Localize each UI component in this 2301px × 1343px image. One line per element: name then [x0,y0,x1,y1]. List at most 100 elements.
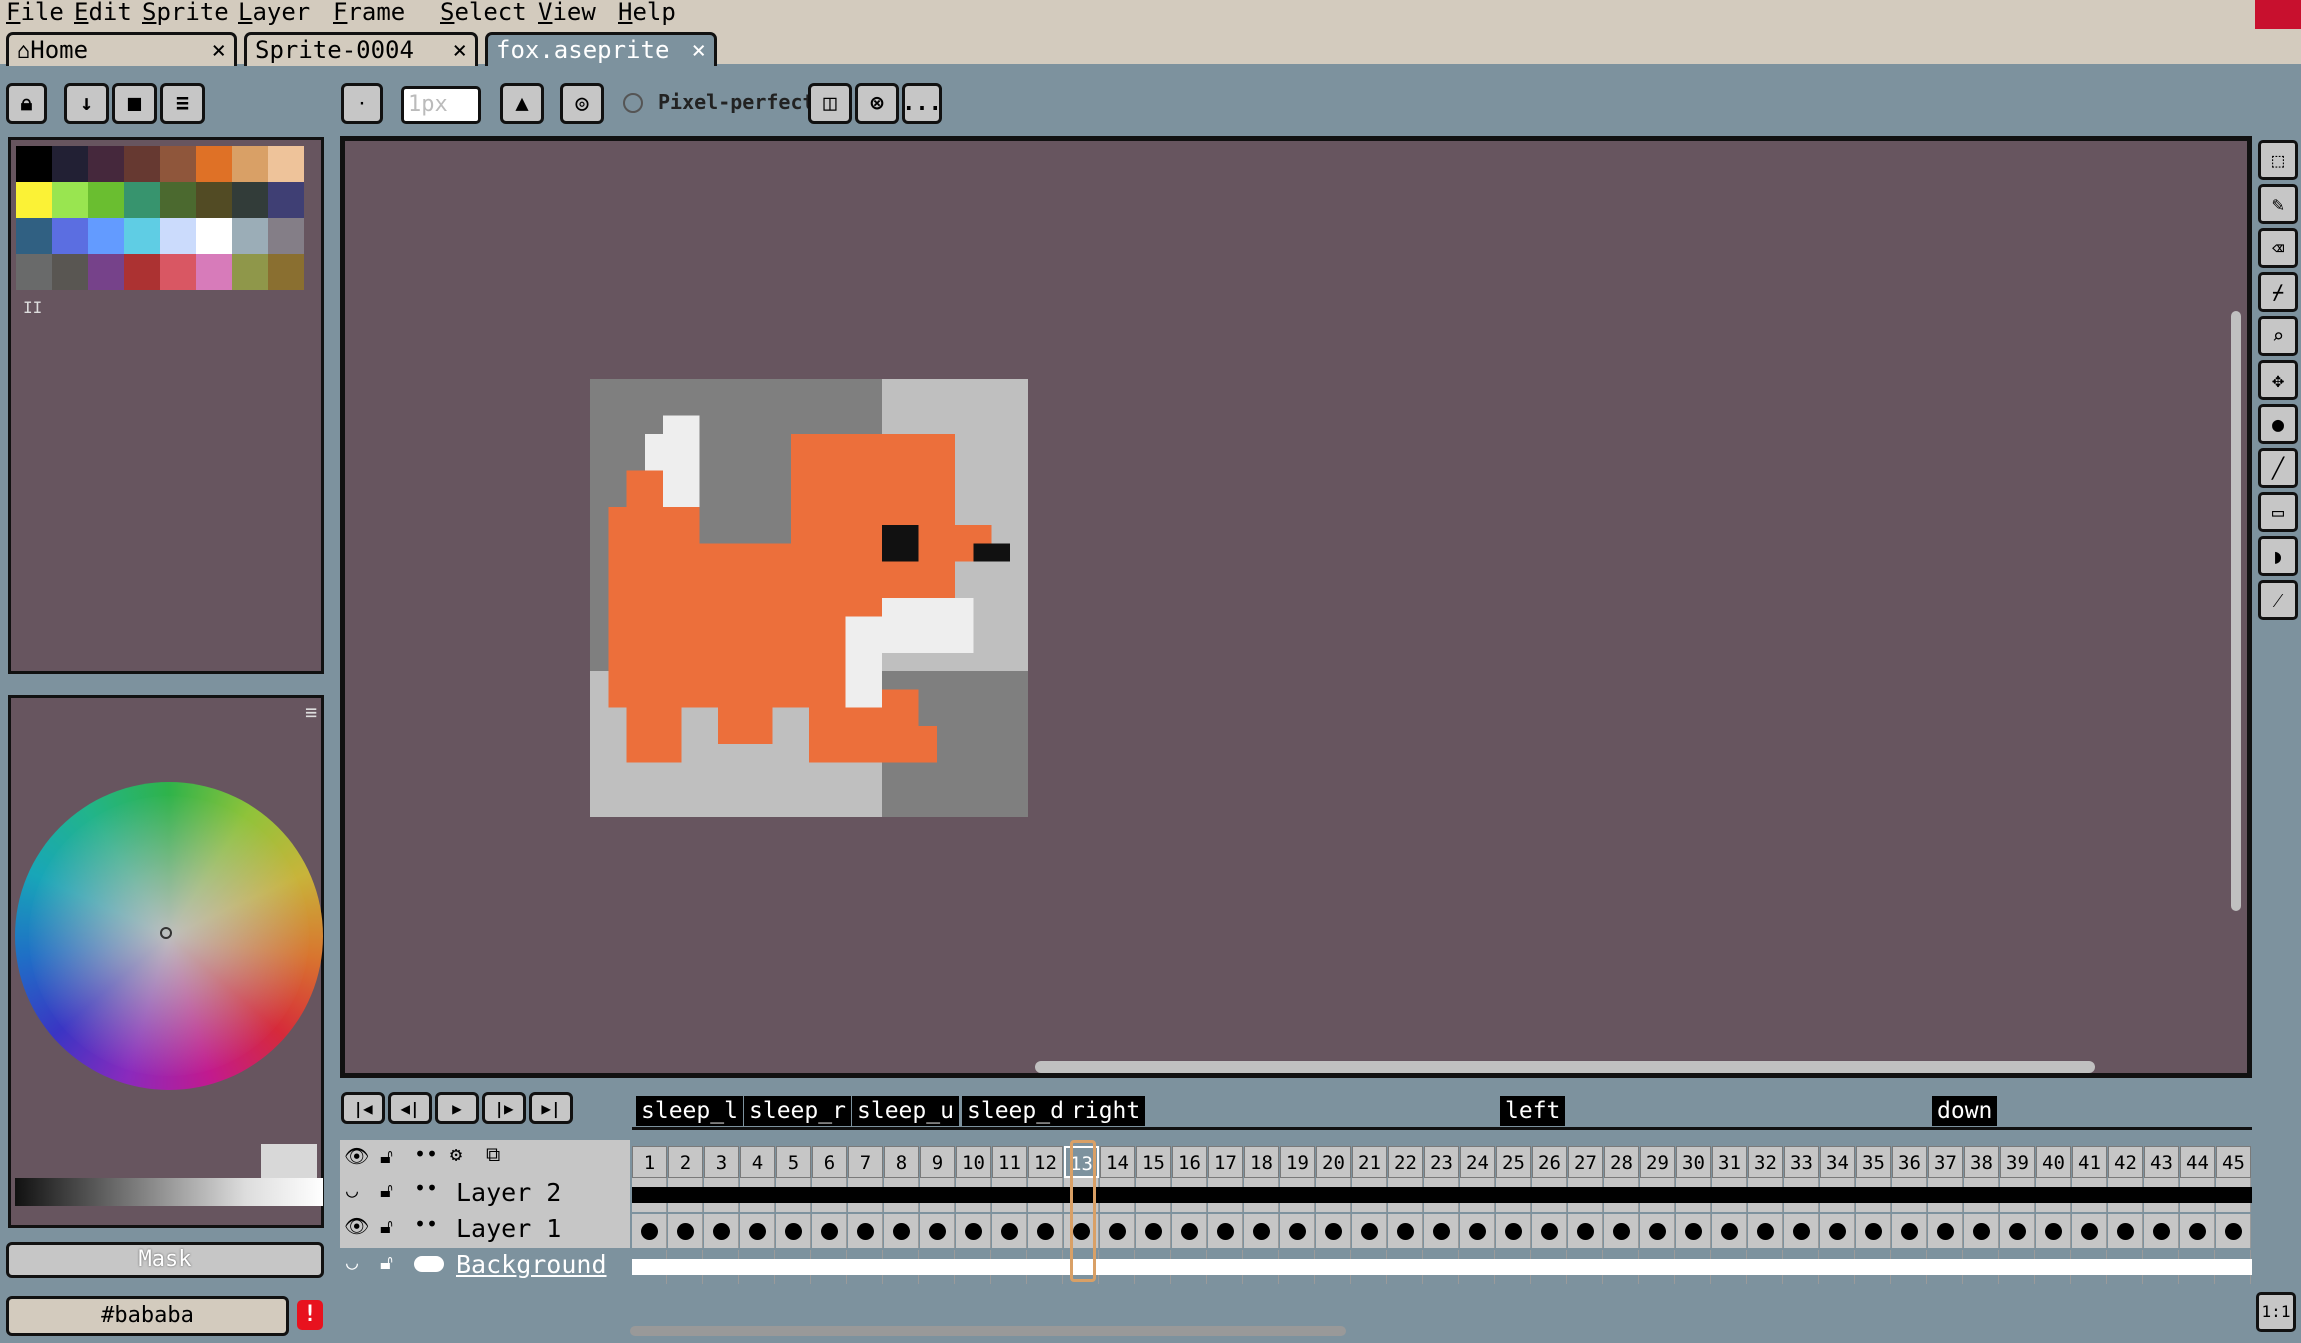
cel[interactable] [1676,1214,1711,1248]
cel[interactable] [776,1250,812,1284]
menu-sprite[interactable]: Sprite [142,0,229,26]
palette-swatch[interactable] [88,146,124,182]
cel[interactable] [1496,1214,1531,1248]
cel[interactable] [1784,1178,1820,1212]
color-selector-menu-icon[interactable]: ≡ [305,700,317,724]
more-options-button[interactable]: ... [902,83,942,124]
cel[interactable] [1784,1250,1820,1284]
cel[interactable] [956,1178,992,1212]
cel[interactable] [2108,1214,2143,1248]
frame-header[interactable]: 32 [1748,1146,1783,1178]
cel[interactable] [884,1250,920,1284]
frame-header[interactable]: 29 [1640,1146,1675,1178]
frame-header[interactable]: 45 [2216,1146,2251,1178]
cel[interactable] [2144,1250,2180,1284]
menu-edit[interactable]: Edit [74,0,132,26]
cel[interactable] [1388,1250,1424,1284]
fill-tool[interactable]: ● [2258,404,2298,444]
cel[interactable] [1244,1214,1279,1248]
menu-help[interactable]: Help [618,0,676,26]
palette-resize-handle[interactable]: II [23,298,42,317]
tag-down[interactable]: down [1932,1096,1998,1126]
palette-swatch[interactable] [196,218,232,254]
symmetry-button[interactable]: ◫ [808,83,852,124]
cel[interactable] [1604,1214,1639,1248]
frame-header[interactable]: 26 [1532,1146,1567,1178]
palette-swatch[interactable] [196,182,232,218]
cel[interactable] [1136,1178,1172,1212]
menu-layer[interactable]: Layer [238,0,310,26]
cel[interactable] [1856,1250,1892,1284]
layer-row-background[interactable]: ◡ 🔓︎ Background [340,1248,630,1284]
alpha-box[interactable] [261,1144,317,1178]
frame-header[interactable]: 37 [1928,1146,1963,1178]
cel[interactable] [920,1250,956,1284]
marquee-tool[interactable]: ⬚ [2258,140,2298,180]
cel[interactable] [2144,1178,2180,1212]
cel[interactable] [668,1250,704,1284]
frame-header[interactable]: 3 [704,1146,739,1178]
tag-sleep-l[interactable]: sleep_l [636,1096,743,1126]
cel[interactable] [740,1250,776,1284]
frame-header[interactable]: 16 [1172,1146,1207,1178]
onion-skin-icon[interactable]: ⧉ [486,1142,500,1166]
next-frame-button[interactable]: |▶ [482,1092,526,1124]
frame-header[interactable]: 21 [1352,1146,1387,1178]
palette-swatch[interactable] [196,254,232,290]
cel[interactable] [2036,1250,2072,1284]
first-frame-button[interactable]: |◀ [341,1092,385,1124]
cel[interactable] [704,1250,740,1284]
tab-sprite-0004[interactable]: Sprite-0004 × [244,32,478,66]
cel[interactable] [776,1214,811,1248]
frame-header[interactable]: 11 [992,1146,1027,1178]
cel[interactable] [1820,1250,1856,1284]
tag-sleep-d[interactable]: sleep_d [962,1096,1069,1126]
cel[interactable] [632,1250,668,1284]
cel[interactable] [1280,1214,1315,1248]
lock-palette-button[interactable]: 🔒︎ [6,83,47,124]
lock-icon[interactable]: 🔓︎ [380,1144,393,1168]
cel[interactable] [1496,1178,1532,1212]
lock-icon[interactable]: 🔓︎ [380,1214,393,1238]
cel[interactable] [1172,1250,1208,1284]
last-frame-button[interactable]: ▶| [529,1092,573,1124]
blur-tool[interactable]: ⁄ [2258,580,2298,620]
palette-swatch[interactable] [88,218,124,254]
cel[interactable] [1028,1250,1064,1284]
cel[interactable] [2216,1250,2252,1284]
cel[interactable] [992,1250,1028,1284]
palette-swatch[interactable] [88,182,124,218]
cel[interactable] [1316,1250,1352,1284]
palette-swatch[interactable] [160,182,196,218]
cel[interactable] [1316,1178,1352,1212]
move-tool[interactable]: ✥ [2258,360,2298,400]
cel[interactable] [1532,1250,1568,1284]
palette-swatch[interactable] [232,254,268,290]
tab-home[interactable]: ⌂Home × [6,32,237,66]
cel[interactable] [2180,1214,2215,1248]
frame-header[interactable]: 28 [1604,1146,1639,1178]
cel[interactable] [776,1178,812,1212]
warning-icon[interactable]: ! [297,1300,323,1330]
palette-swatch[interactable] [232,182,268,218]
cel[interactable] [1424,1178,1460,1212]
cel[interactable] [2072,1178,2108,1212]
palette-swatch[interactable] [52,218,88,254]
cel[interactable] [632,1178,668,1212]
cel[interactable] [1208,1178,1244,1212]
cel[interactable] [2180,1178,2216,1212]
cel[interactable] [1496,1250,1532,1284]
brush-size-field[interactable]: 1px [401,86,481,124]
palette-swatch[interactable] [16,218,52,254]
cel[interactable] [1316,1214,1351,1248]
cel[interactable] [1388,1178,1424,1212]
cel[interactable] [1280,1178,1316,1212]
cel[interactable] [812,1214,847,1248]
cel[interactable] [2108,1178,2144,1212]
cel[interactable] [1064,1214,1099,1248]
cel[interactable] [1352,1214,1387,1248]
foreground-color-hex[interactable]: #bababa [6,1296,289,1336]
palette-swatch[interactable] [124,146,160,182]
continuous-icon[interactable]: •• [414,1212,438,1236]
timeline-zoom-button[interactable]: 1:1 [2256,1292,2296,1332]
